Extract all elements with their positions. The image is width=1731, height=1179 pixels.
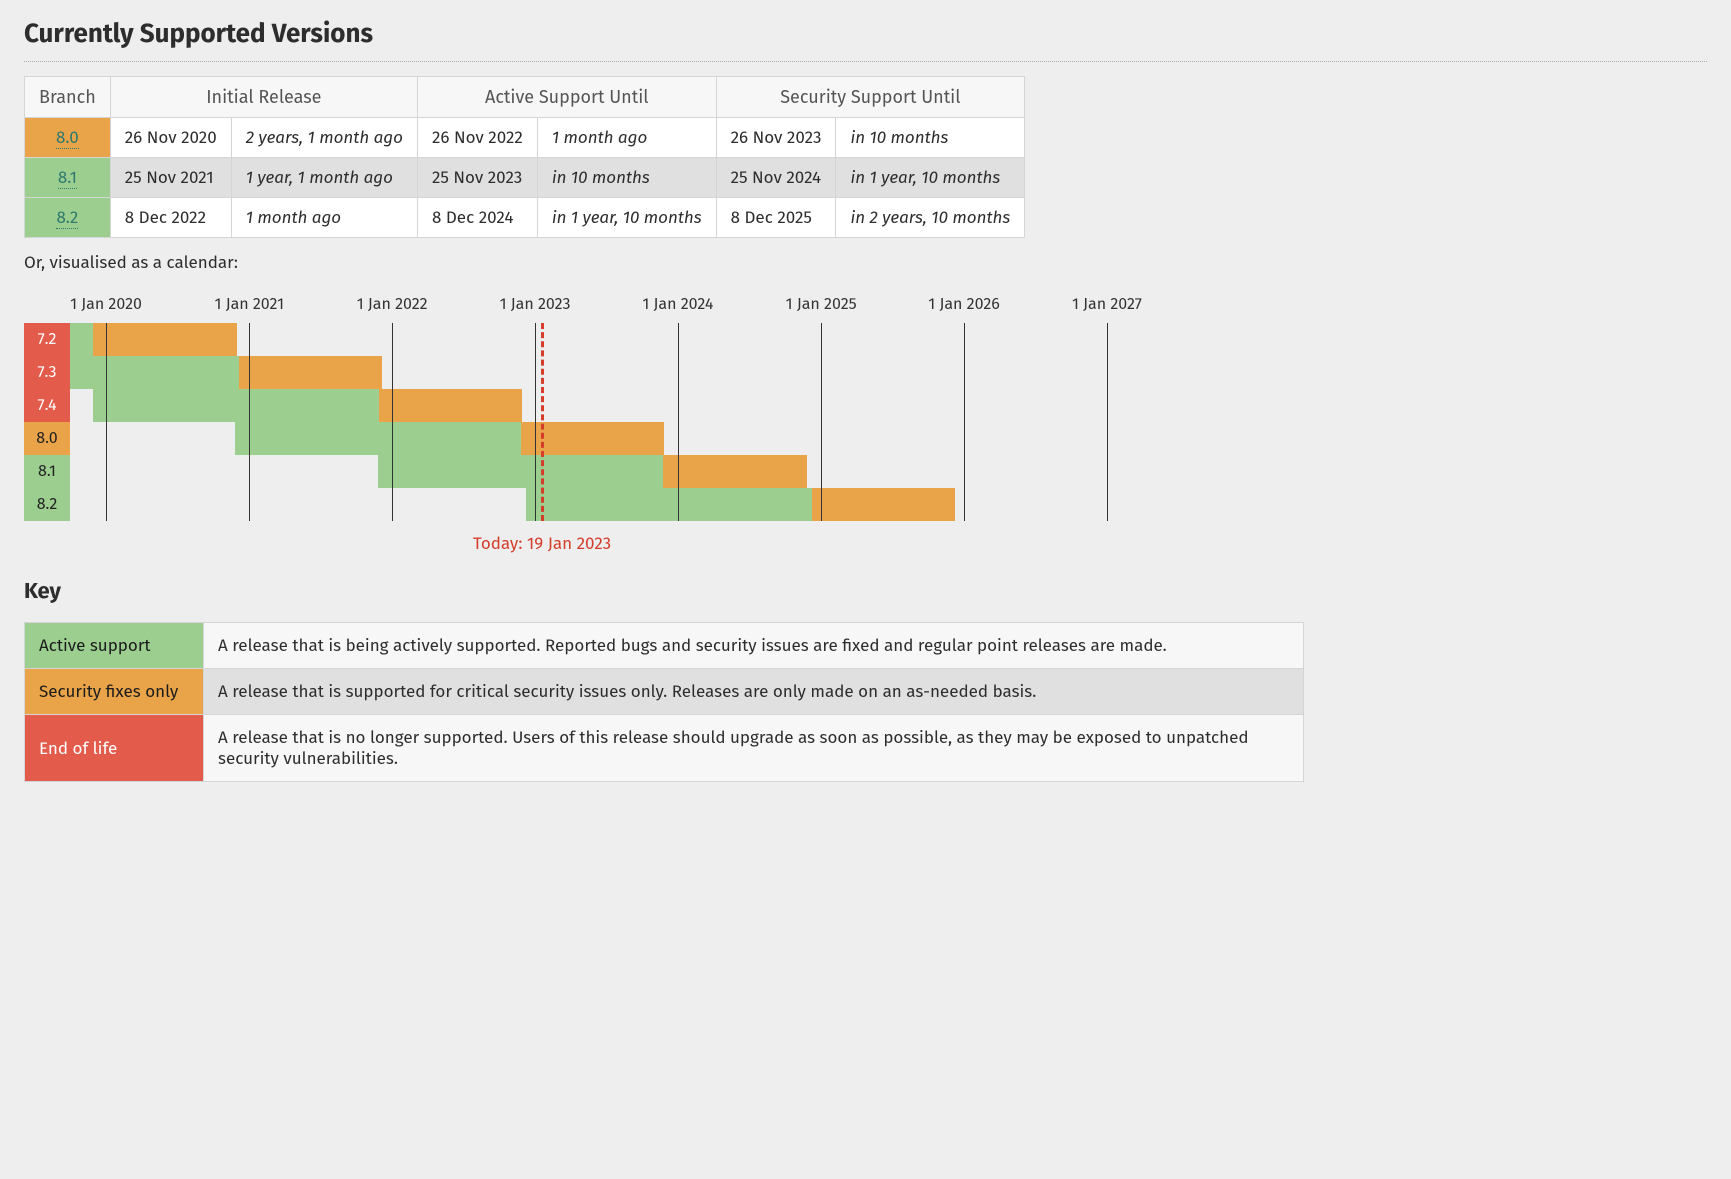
table-row: 8.2 8 Dec 20221 month ago8 Dec 2024in 1 y… [25,198,1025,238]
relative-time-cell: 1 month ago [231,198,417,238]
col-branch: Branch [25,77,111,118]
table-row: 8.026 Nov 20202 years, 1 month ago26 Nov… [25,118,1025,158]
legend-row: Active supportA release that is being ac… [25,623,1304,669]
axis-tick-line [106,323,107,521]
active-support-bar [526,488,812,521]
legend-table: Active supportA release that is being ac… [24,622,1304,782]
axis-tick-line [821,323,822,521]
axis-tick-line [678,323,679,521]
timeline-row-label: 7.3 [24,356,70,389]
relative-time-cell: in 1 year, 10 months [836,158,1025,198]
axis-tick-line [249,323,250,521]
axis-tick-label: 1 Jan 2023 [500,295,571,314]
support-timeline-chart: 1 Jan 2020 1 Jan 2021 1 Jan 2022 1 Jan 2023… [24,295,1170,551]
col-active: Active Support Until [417,77,716,118]
axis-tick-label: 1 Jan 2022 [357,295,428,314]
relative-time-cell: in 1 year, 10 months [537,198,716,238]
security-support-bar [663,455,806,488]
timeline-row-label: 7.4 [24,389,70,422]
axis-tick-label: 1 Jan 2026 [928,295,999,314]
legend-row: End of lifeA release that is no longer s… [25,715,1304,782]
timeline-row-label: 8.2 [24,488,70,521]
active-support-bar [70,323,93,356]
today-marker [541,323,544,521]
legend-row: Security fixes onlyA release that is sup… [25,669,1304,715]
legend-desc: A release that is no longer supported. U… [204,715,1304,782]
table-row: 8.125 Nov 20211 year, 1 month ago25 Nov … [25,158,1025,198]
axis-tick-label: 1 Jan 2020 [70,295,142,314]
supported-versions-table: Branch Initial Release Active Support Un… [24,76,1025,238]
branch-cell: 8.0 [25,118,111,158]
branch-cell: 8.1 [25,158,111,198]
branch-link[interactable]: 8.1 [58,167,77,189]
table-header-row: Branch Initial Release Active Support Un… [25,77,1025,118]
axis-tick-line [964,323,965,521]
security-support-bar [239,356,382,389]
relative-time-cell: 1 month ago [537,118,716,158]
axis-tick-line [392,323,393,521]
key-heading: Key [24,577,1707,604]
date-cell: 25 Nov 2023 [417,158,537,198]
branch-link[interactable]: 8.2 [56,207,78,229]
security-support-bar [379,389,522,422]
branch-link[interactable]: 8.0 [56,127,79,149]
legend-desc: A release that is being actively support… [204,623,1304,669]
relative-time-cell: in 10 months [836,118,1025,158]
axis-tick-label: 1 Jan 2027 [1072,295,1142,314]
legend-swatch: Security fixes only [25,669,204,715]
axis-tick-label: 1 Jan 2024 [642,295,713,314]
relative-time-cell: 2 years, 1 month ago [231,118,417,158]
date-cell: 26 Nov 2020 [110,118,231,158]
date-cell: 26 Nov 2022 [417,118,537,158]
relative-time-cell: in 2 years, 10 months [836,198,1025,238]
axis-tick-line [1107,323,1108,521]
today-label: Today: 19 Jan 2023 [473,533,611,554]
timeline-row-label: 8.0 [24,422,70,455]
active-support-bar [70,356,239,389]
calendar-intro: Or, visualised as a calendar: [24,252,1707,273]
security-support-bar [93,323,236,356]
date-cell: 25 Nov 2021 [110,158,231,198]
relative-time-cell: 1 year, 1 month ago [231,158,417,198]
axis-tick-label: 1 Jan 2021 [215,295,284,314]
date-cell: 25 Nov 2024 [716,158,836,198]
active-support-bar [93,389,379,422]
active-support-bar [378,455,664,488]
axis-tick-label: 1 Jan 2025 [786,295,857,314]
legend-swatch: End of life [25,715,204,782]
page-title: Currently Supported Versions [24,18,1707,62]
col-security: Security Support Until [716,77,1025,118]
branch-cell: 8.2 [25,198,111,238]
date-cell: 26 Nov 2023 [716,118,836,158]
active-support-bar [235,422,521,455]
security-support-bar [812,488,955,521]
legend-desc: A release that is supported for critical… [204,669,1304,715]
date-cell: 8 Dec 2022 [110,198,231,238]
legend-swatch: Active support [25,623,204,669]
axis-tick-line [535,323,536,521]
date-cell: 8 Dec 2025 [716,198,836,238]
timeline-row-label: 8.1 [24,455,70,488]
timeline-row-label: 7.2 [24,323,70,356]
date-cell: 8 Dec 2024 [417,198,537,238]
relative-time-cell: in 10 months [537,158,716,198]
col-initial: Initial Release [110,77,417,118]
